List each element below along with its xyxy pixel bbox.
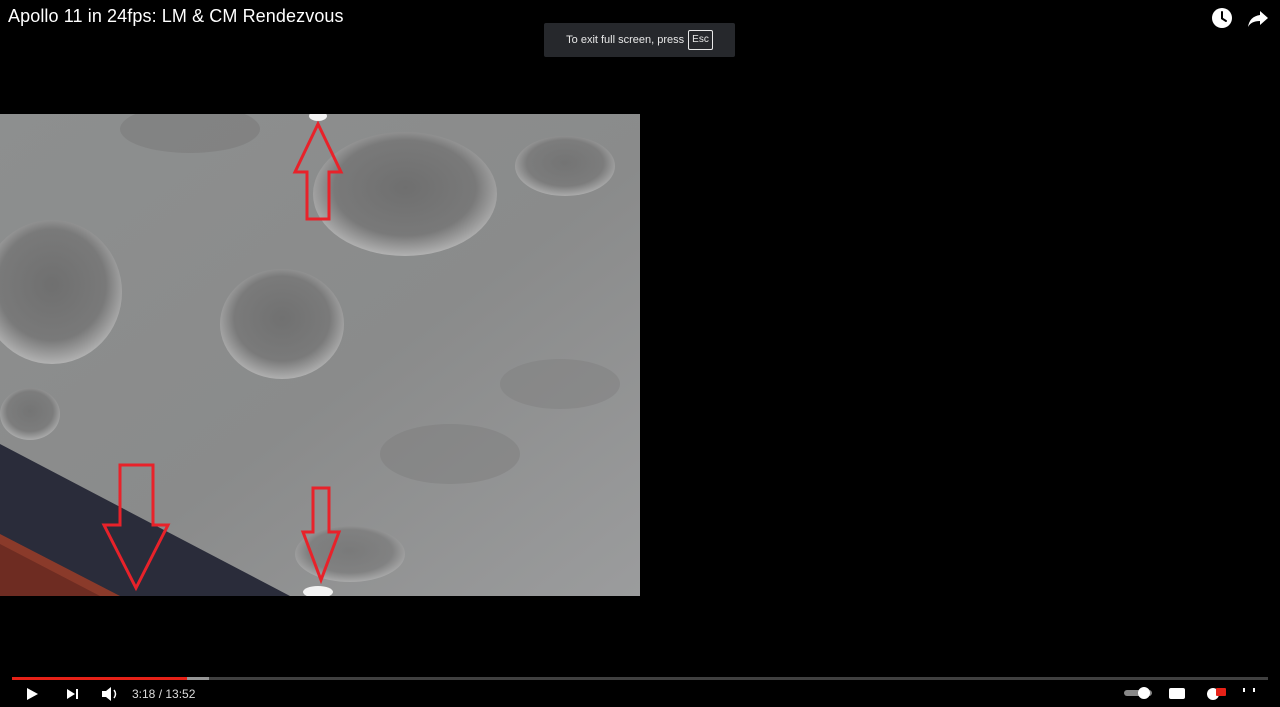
toast-message: To exit full screen, press <box>566 34 685 46</box>
lunar-surface-image <box>0 114 640 596</box>
video-frame[interactable] <box>0 114 640 596</box>
esc-key-hint: Esc <box>688 30 713 50</box>
video-title: Apollo 11 in 24fps: LM & CM Rendezvous <box>8 6 344 26</box>
settings-icon[interactable] <box>1204 686 1226 705</box>
fullscreen-exit-toast: To exit full screen, press Esc <box>544 23 735 57</box>
volume-icon[interactable] <box>100 686 122 707</box>
time-display: 3:18 / 13:52 <box>132 687 196 701</box>
subtitles-icon[interactable] <box>1168 686 1186 705</box>
next-button[interactable] <box>64 686 82 707</box>
autoplay-toggle[interactable] <box>1124 686 1156 705</box>
share-icon[interactable] <box>1246 6 1270 30</box>
watch-later-icon[interactable] <box>1210 6 1234 30</box>
progress-bar[interactable] <box>12 677 1268 680</box>
fullscreen-icon[interactable] <box>1240 686 1258 705</box>
progress-played <box>12 677 187 680</box>
play-button[interactable] <box>24 686 40 707</box>
